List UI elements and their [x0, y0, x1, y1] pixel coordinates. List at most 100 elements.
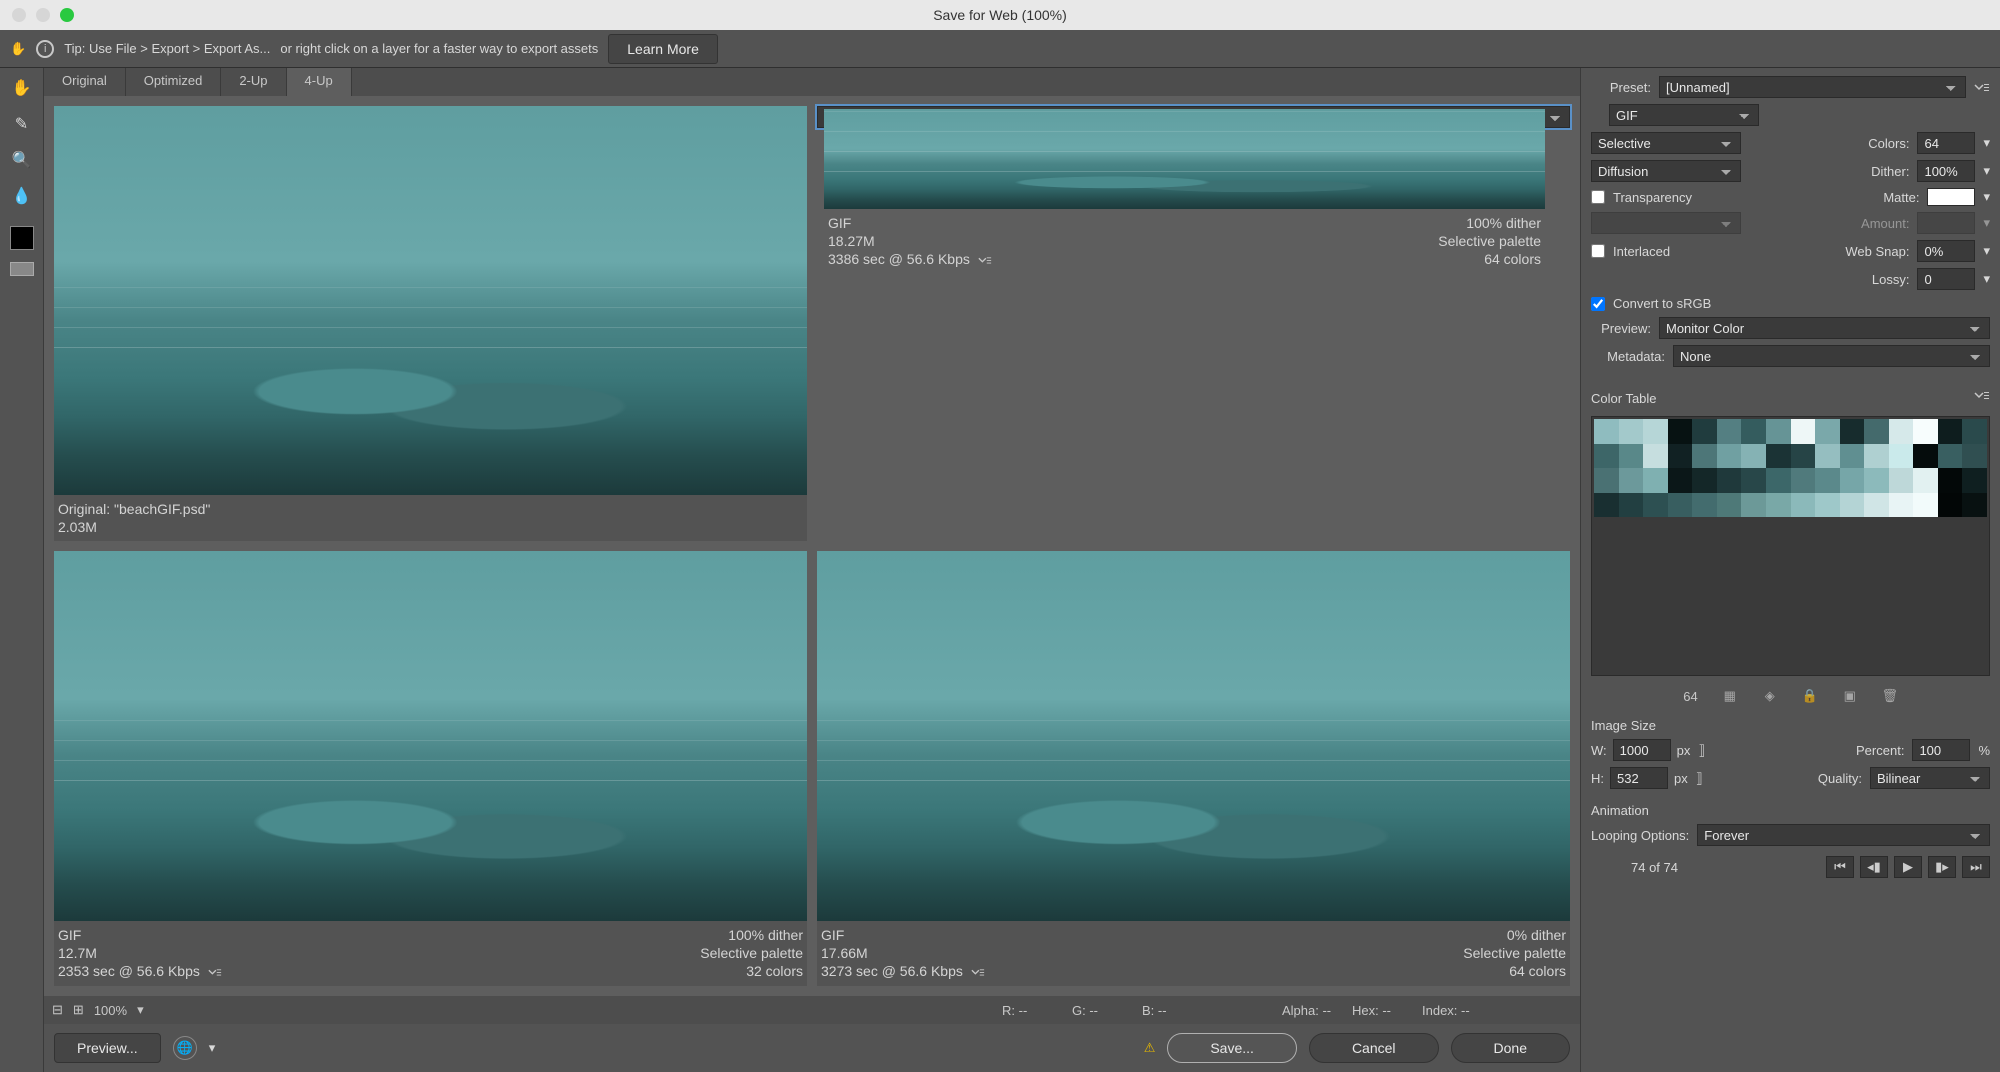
color-swatch[interactable] [1962, 419, 1987, 444]
color-swatch[interactable] [1668, 444, 1693, 469]
learn-more-button[interactable]: Learn More [608, 34, 718, 64]
chevron-down-icon[interactable]: ▾ [1983, 189, 1990, 205]
tab-4up[interactable]: 4-Up [287, 68, 352, 96]
color-swatch[interactable] [1594, 419, 1619, 444]
color-swatch[interactable] [1840, 419, 1865, 444]
eyedropper-color-swatch[interactable] [10, 226, 34, 250]
color-swatch[interactable] [1741, 419, 1766, 444]
metadata-select[interactable]: None [1673, 345, 1990, 367]
preset-select[interactable]: [Unnamed] [1659, 76, 1966, 98]
tab-2up[interactable]: 2-Up [221, 68, 286, 96]
color-swatch[interactable] [1766, 493, 1791, 518]
color-swatch[interactable] [1889, 444, 1914, 469]
interlaced-checkbox[interactable] [1591, 244, 1605, 258]
color-swatch[interactable] [1766, 468, 1791, 493]
color-swatch[interactable] [1717, 468, 1742, 493]
tab-original[interactable]: Original [44, 68, 126, 96]
eyedropper-tool-icon[interactable]: 💧 [8, 182, 36, 210]
save-button[interactable]: Save... [1167, 1033, 1297, 1063]
lossy-input[interactable] [1917, 268, 1975, 290]
preview-pane-original[interactable]: Original: "beachGIF.psd" 2.03M [54, 106, 807, 541]
plus-icon[interactable]: ⊞ [73, 1002, 84, 1018]
color-swatch[interactable] [1938, 444, 1963, 469]
color-swatch[interactable] [1692, 493, 1717, 518]
color-swatch[interactable] [1619, 468, 1644, 493]
close-icon[interactable] [12, 8, 26, 22]
percent-input[interactable] [1912, 739, 1970, 761]
color-swatch[interactable] [1766, 444, 1791, 469]
color-swatch[interactable] [1913, 468, 1938, 493]
chevron-down-icon[interactable]: ▾ [1983, 243, 1990, 259]
format-select[interactable]: GIF [1609, 104, 1759, 126]
link-icon[interactable]: ⟧ [1696, 770, 1703, 787]
color-swatch[interactable] [1962, 444, 1987, 469]
color-swatch[interactable] [1864, 419, 1889, 444]
color-swatch[interactable] [1815, 444, 1840, 469]
chevron-down-icon[interactable]: ▾ [1983, 215, 1990, 231]
tab-optimized[interactable]: Optimized [126, 68, 222, 96]
chevron-down-icon[interactable]: ▾ [137, 1002, 144, 1018]
last-frame-button[interactable]: ⏭ [1962, 856, 1990, 878]
color-swatch[interactable] [1741, 468, 1766, 493]
color-swatch[interactable] [1717, 493, 1742, 518]
link-icon[interactable]: ⟧ [1698, 742, 1705, 759]
color-swatch[interactable] [1692, 468, 1717, 493]
preview-select[interactable]: Monitor Color [1659, 317, 1990, 339]
width-input[interactable] [1613, 739, 1671, 761]
color-table[interactable] [1591, 416, 1990, 676]
hand-tool-icon[interactable]: ✋ [10, 41, 26, 57]
color-swatch[interactable] [1840, 444, 1865, 469]
maximize-icon[interactable] [60, 8, 74, 22]
color-reduction-select[interactable]: Selective [1591, 132, 1741, 154]
color-swatch[interactable] [1692, 444, 1717, 469]
color-swatch[interactable] [1962, 468, 1987, 493]
color-swatch[interactable] [1938, 419, 1963, 444]
color-swatch[interactable] [1619, 493, 1644, 518]
color-swatch[interactable] [1594, 444, 1619, 469]
color-swatch[interactable] [1962, 493, 1987, 518]
color-swatch[interactable] [1840, 468, 1865, 493]
color-swatch[interactable] [1619, 444, 1644, 469]
dither-input[interactable] [1917, 160, 1975, 182]
preview-button[interactable]: Preview... [54, 1033, 161, 1063]
minimize-icon[interactable] [36, 8, 50, 22]
snap-icon[interactable]: ▦ [1722, 688, 1738, 704]
looping-select[interactable]: Forever [1697, 824, 1990, 846]
zoom-tool-icon[interactable]: 🔍 [8, 146, 36, 174]
chevron-down-icon[interactable]: ▾ [1983, 135, 1990, 151]
color-swatch[interactable] [1643, 419, 1668, 444]
transparency-checkbox[interactable] [1591, 190, 1605, 204]
transparency-dither-select[interactable] [1591, 212, 1741, 234]
websnap-input[interactable] [1917, 240, 1975, 262]
color-swatch[interactable] [1643, 493, 1668, 518]
chevron-down-icon[interactable]: ▾ [209, 1040, 216, 1056]
color-swatch[interactable] [1815, 493, 1840, 518]
color-swatch[interactable] [1643, 468, 1668, 493]
preview-pane-4[interactable]: GIF 0% dither 17.66M Selective palette 3… [817, 551, 1570, 986]
preview-pane-3[interactable]: GIF 100% dither 12.7M Selective palette … [54, 551, 807, 986]
color-swatch[interactable] [1717, 419, 1742, 444]
new-color-icon[interactable]: ▣ [1842, 688, 1858, 704]
trash-icon[interactable]: 🗑 [1882, 688, 1898, 704]
color-swatch[interactable] [1791, 444, 1816, 469]
color-swatch[interactable] [1791, 468, 1816, 493]
color-swatch[interactable] [1840, 493, 1865, 518]
color-swatch[interactable] [1594, 468, 1619, 493]
pane-menu-icon[interactable] [978, 252, 992, 268]
matte-color-swatch[interactable] [1927, 188, 1975, 206]
quality-select[interactable]: Bilinear [1870, 767, 1990, 789]
color-swatch[interactable] [1913, 419, 1938, 444]
color-swatch[interactable] [1766, 419, 1791, 444]
color-swatch[interactable] [1741, 493, 1766, 518]
preset-menu-icon[interactable] [1974, 81, 1990, 93]
pane-menu-icon[interactable] [971, 964, 985, 980]
color-swatch[interactable] [1668, 493, 1693, 518]
first-frame-button[interactable]: ⏮ [1826, 856, 1854, 878]
hand-tool-icon[interactable]: ✋ [8, 74, 36, 102]
color-swatch[interactable] [1938, 468, 1963, 493]
srgb-checkbox[interactable] [1591, 297, 1605, 311]
color-swatch[interactable] [1889, 468, 1914, 493]
color-swatch[interactable] [1643, 444, 1668, 469]
color-swatch[interactable] [1791, 419, 1816, 444]
color-swatch[interactable] [1938, 493, 1963, 518]
